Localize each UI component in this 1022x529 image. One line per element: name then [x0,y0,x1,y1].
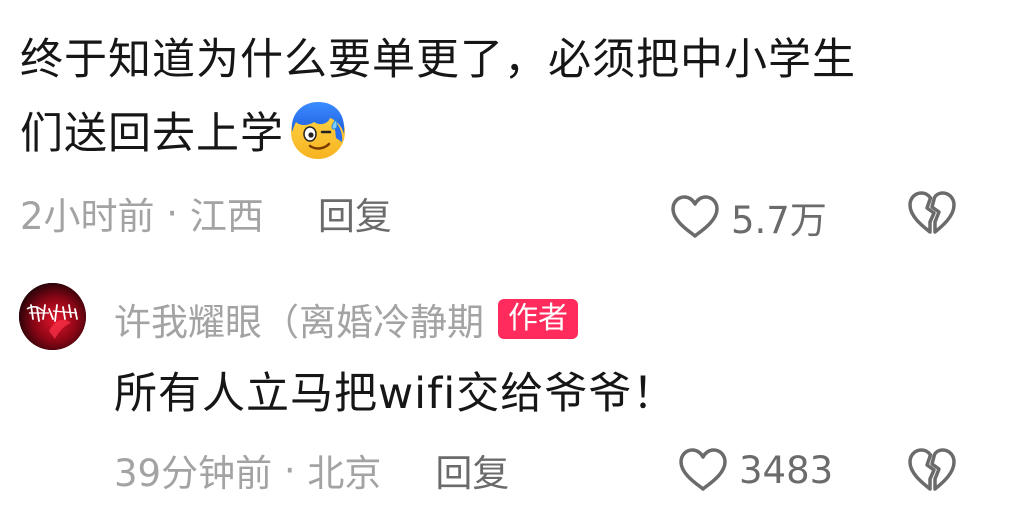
avatar[interactable] [19,283,86,350]
comment-text: 终于知道为什么要单更了，必须把中小学生 们送回去上学 [20,32,856,162]
broken-heart-icon [906,448,958,497]
heart-icon [669,194,721,240]
username[interactable]: 许我耀眼（离婚冷静期 [114,292,484,346]
comment-text-line-1: 终于知道为什么要单更了，必须把中小学生 [20,35,856,85]
reply-meta: 39分钟前 · 北京 回复 [114,448,509,496]
author-badge: 作者 [498,299,578,339]
like-count: 5.7万 [731,199,827,242]
reply-text: 所有人立马把wifi交给爷爷！ [114,369,677,419]
meta-separator: · [272,448,308,492]
broken-heart-icon [906,191,958,240]
reply-button[interactable]: 回复 [318,186,392,240]
heart-icon [677,447,729,493]
meta-separator: · [154,191,190,235]
like-count: 3483 [739,448,834,492]
like-button[interactable]: 5.7万 [669,190,827,244]
reply-header: 许我耀眼（离婚冷静期 作者 [114,296,578,344]
reply-like-button[interactable]: 3483 [677,447,833,493]
reply-button[interactable]: 回复 [435,443,509,497]
reply-location: 北京 [307,452,382,495]
comment-text-line-2-text: 们送回去上学 [20,109,284,159]
reply-dislike-button[interactable] [906,447,958,497]
dislike-button[interactable] [906,190,958,240]
comment-time: 2小时前 [20,195,155,238]
comment-text-line-2: 们送回去上学 [20,98,856,162]
sweat-smile-emoji-icon [286,98,350,162]
comment-location: 江西 [189,195,264,238]
reply-time: 39分钟前 [114,452,273,495]
comment-meta: 2小时前 · 江西 回复 [20,191,392,239]
